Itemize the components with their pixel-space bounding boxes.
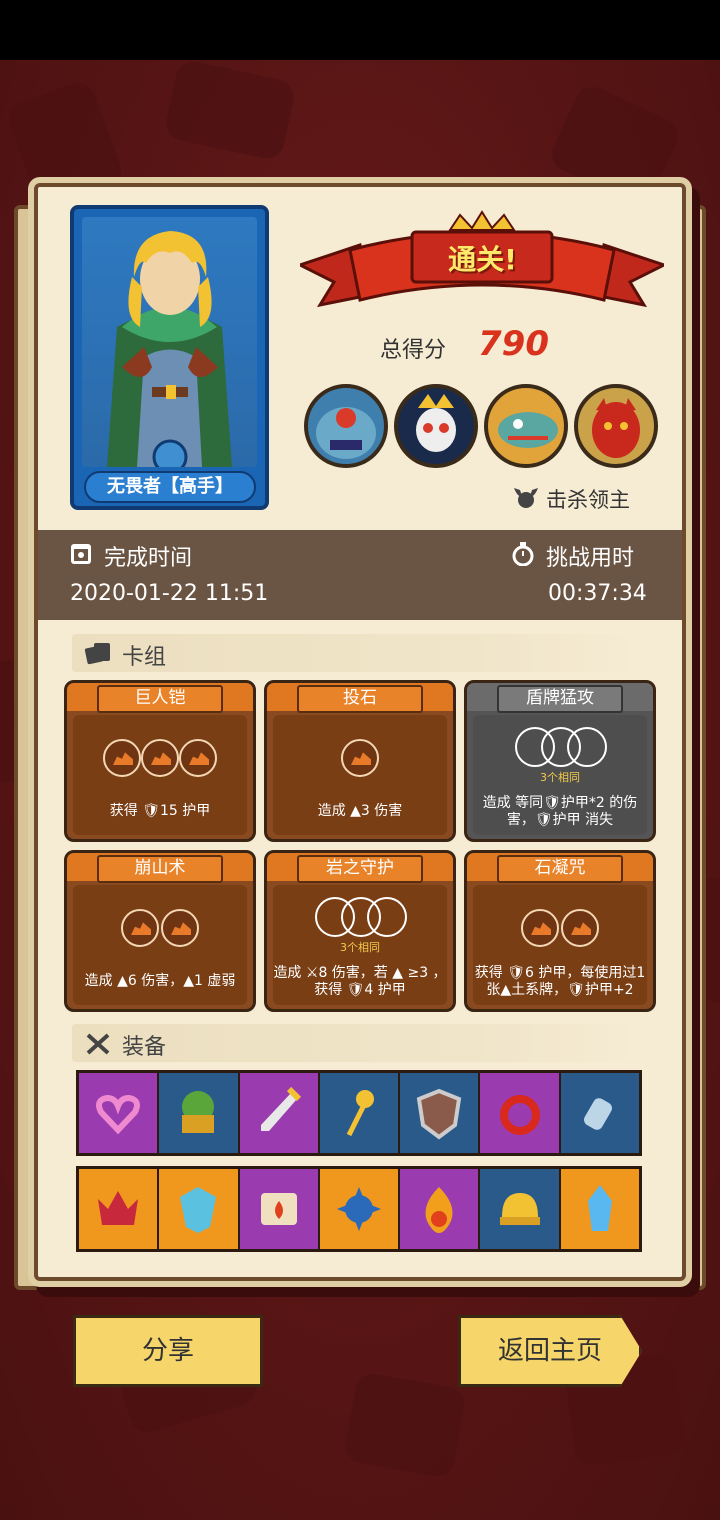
card-description: 获得 🛡15 护甲 — [109, 803, 211, 819]
return-home-button[interactable]: 返回主页 — [458, 1315, 642, 1387]
earth-rune-icon — [521, 909, 559, 947]
time-stats-bar: 完成时间 2020-01-22 11:51 挑战用时 00:37:34 — [38, 530, 682, 620]
earth-rune-icon — [161, 909, 199, 947]
treasure-tree-icon[interactable] — [159, 1073, 240, 1153]
finish-time-value: 2020-01-22 11:51 — [70, 581, 269, 606]
empty-rune-slot — [567, 727, 607, 767]
round-shield-icon[interactable] — [400, 1073, 481, 1153]
finish-time-label: 完成时间 — [104, 546, 193, 571]
card-name: 岩之守护 — [297, 855, 423, 883]
earth-rune-icon — [341, 739, 379, 777]
deck-card-2[interactable]: 投石 造成 ▲3 伤害 — [264, 680, 456, 842]
card-description: 造成 ⚔8 伤害，若 ▲ ≥3 ，获得 🛡4 护甲 — [273, 965, 447, 998]
score-label: 总得分 — [380, 338, 447, 363]
ruby-crown-icon[interactable] — [79, 1169, 160, 1249]
red-ring-icon[interactable] — [480, 1073, 561, 1153]
deck-title: 卡组 — [122, 645, 167, 670]
deck-card-5[interactable]: 岩之守护 3个相同 造成 ⚔8 伤害，若 ▲ ≥3 ，获得 🛡4 护甲 — [264, 850, 456, 1012]
deck-section-header: 卡组 — [72, 634, 646, 672]
card-name: 投石 — [297, 685, 423, 713]
boss-portrait-3[interactable] — [484, 384, 568, 468]
equipment-row-2 — [76, 1166, 642, 1252]
boss-portrait-2[interactable] — [394, 384, 478, 468]
card-description: 造成 ▲3 伤害 — [317, 803, 403, 819]
status-bar — [0, 0, 720, 60]
flame-gem-icon[interactable] — [400, 1169, 481, 1249]
equipment-row-1 — [76, 1070, 642, 1156]
earth-rune-icon — [179, 739, 217, 777]
earth-rune-icon — [141, 739, 179, 777]
calendar-icon — [71, 544, 91, 564]
boss-portrait-4[interactable] — [574, 384, 658, 468]
crossed-tools-icon — [86, 1033, 110, 1055]
kill-boss-label: 击杀领主 — [546, 488, 630, 512]
card-name: 巨人铠 — [97, 685, 223, 713]
score-value: 790 — [478, 324, 549, 364]
golden-dagger-icon[interactable] — [239, 1073, 320, 1153]
heart-amulet-icon[interactable] — [79, 1073, 160, 1153]
ice-crystal-icon[interactable] — [560, 1169, 639, 1249]
horned-skull-icon — [514, 488, 538, 508]
stopwatch-icon — [512, 542, 534, 566]
ice-crest-icon[interactable] — [159, 1169, 240, 1249]
card-description: 获得 🛡6 护甲，每使用过1张▲土系牌，🛡护甲+2 — [474, 965, 646, 998]
card-description: 造成 等同🛡护甲*2 的伤害，🛡护甲 消失 — [482, 795, 638, 828]
deck-card-3[interactable]: 盾牌猛攻 3个相同 造成 等同🛡护甲*2 的伤害，🛡护甲 消失 — [464, 680, 656, 842]
card-name: 石凝咒 — [497, 855, 623, 883]
card-name: 盾牌猛攻 — [497, 685, 623, 713]
equipment-section-header: 装备 — [72, 1024, 646, 1062]
spiked-orb-icon[interactable] — [319, 1169, 401, 1249]
card-description: 造成 ▲6 伤害，▲1 虚弱 — [84, 973, 236, 989]
deck-card-1[interactable]: 巨人铠 获得 🛡15 护甲 — [64, 680, 256, 842]
boss-portrait-1[interactable] — [304, 384, 388, 468]
card-name: 崩山术 — [97, 855, 223, 883]
fire-scroll-icon[interactable] — [239, 1169, 320, 1249]
golden-helmet-icon[interactable] — [480, 1169, 561, 1249]
clear-banner-text: 通关! — [448, 243, 517, 276]
challenge-time-label: 挑战用时 — [546, 546, 635, 571]
stone-charm-icon[interactable] — [560, 1073, 639, 1153]
hero-card[interactable]: 无畏者【高手】 — [70, 205, 269, 510]
earth-rune-icon — [103, 739, 141, 777]
clear-banner: 通关! — [296, 210, 668, 310]
hero-name: 无畏者【高手】 — [84, 471, 256, 503]
earth-rune-icon — [561, 909, 599, 947]
moon-wand-icon[interactable] — [319, 1073, 401, 1153]
equipment-title: 装备 — [122, 1035, 167, 1060]
challenge-time-value: 00:37:34 — [548, 581, 647, 606]
earth-rune-icon — [121, 909, 159, 947]
share-button[interactable]: 分享 — [73, 1315, 263, 1387]
hero-portrait — [82, 217, 257, 467]
same-count-label: 3个相同 — [340, 941, 380, 954]
same-count-label: 3个相同 — [540, 771, 580, 784]
empty-rune-slot — [367, 897, 407, 937]
cards-icon — [84, 643, 110, 665]
deck-card-4[interactable]: 崩山术 造成 ▲6 伤害，▲1 虚弱 — [64, 850, 256, 1012]
deck-card-6[interactable]: 石凝咒 获得 🛡6 护甲，每使用过1张▲土系牌，🛡护甲+2 — [464, 850, 656, 1012]
